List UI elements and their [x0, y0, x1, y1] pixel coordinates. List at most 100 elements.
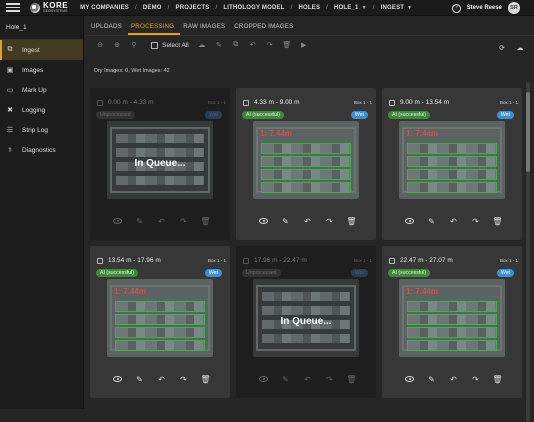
edit-icon[interactable]: ✎: [280, 374, 291, 384]
menu-icon[interactable]: [6, 3, 20, 12]
delete-icon[interactable]: 🗑: [200, 216, 211, 226]
card-checkbox[interactable]: [243, 257, 249, 264]
core-box-image[interactable]: 1: 7.44m: [107, 279, 213, 357]
top-bar: KORE GEOSYSTEMS MY COMPANIES / DEMO / PR…: [0, 0, 534, 16]
undo-icon[interactable]: ↶: [156, 374, 167, 384]
delete-icon[interactable]: 🗑: [492, 216, 503, 226]
breadcrumb-separator: /: [215, 4, 218, 11]
breadcrumb: MY COMPANIES / DEMO / PROJECTS / LITHOLO…: [80, 5, 412, 11]
edit-icon[interactable]: ✎: [134, 374, 145, 384]
user-name[interactable]: Steve Reese: [467, 5, 502, 11]
image-card[interactable]: 17.96 m - 22.47 m Box 1 - 1 Unprocessed …: [236, 246, 376, 398]
image-card[interactable]: 0.00 m - 4.33 m Box 1 - 1 Unprocessed We…: [90, 88, 230, 240]
view-icon[interactable]: [112, 216, 123, 226]
image-summary: Dry Images: 0, Wet Images: 42: [94, 68, 170, 74]
breadcrumb-holes[interactable]: HOLES: [298, 5, 320, 11]
redo-icon[interactable]: ↷: [324, 216, 335, 226]
view-icon[interactable]: [258, 216, 269, 226]
core-box-image[interactable]: 1: 7.44m: [253, 121, 359, 199]
breadcrumb-separator: /: [134, 4, 137, 11]
card-checkbox[interactable]: [97, 99, 103, 106]
delete-icon[interactable]: 🗑: [492, 374, 503, 384]
refresh-icon[interactable]: ⟳: [498, 44, 506, 52]
card-depth-range: 0.00 m - 4.33 m: [108, 99, 154, 106]
tab-processing[interactable]: PROCESSING: [127, 23, 181, 35]
card-depth-range: 9.00 m - 13.54 m: [400, 99, 450, 106]
chevron-down-icon[interactable]: ▼: [362, 5, 367, 11]
status-badge: AI (successful): [96, 269, 139, 277]
card-checkbox[interactable]: [97, 257, 103, 264]
sidebar-item-ingest[interactable]: ⧉ Ingest: [0, 40, 83, 60]
breadcrumb-ingest[interactable]: INGEST: [381, 5, 405, 11]
scrollbar[interactable]: [526, 82, 530, 422]
card-checkbox[interactable]: [389, 257, 395, 264]
edit-icon[interactable]: ✎: [134, 216, 145, 226]
edit-icon[interactable]: ✎: [426, 374, 437, 384]
edit-icon[interactable]: ✎: [280, 216, 291, 226]
image-card[interactable]: 4.33 m - 9.00 m Box 1 - 1 AI (successful…: [236, 88, 376, 240]
chevron-down-icon[interactable]: ▼: [407, 5, 412, 11]
sidebar-item-strip-log[interactable]: ☰ Strip Log: [0, 120, 83, 140]
undo-icon[interactable]: ↶: [249, 41, 257, 49]
undo-icon[interactable]: ↶: [302, 216, 313, 226]
breadcrumb-lithology-model[interactable]: LITHOLOGY MODEL: [223, 5, 284, 11]
markup-icon: ▭: [6, 87, 14, 94]
cloud-upload-icon[interactable]: ☁: [516, 44, 524, 52]
delete-icon[interactable]: 🗑: [200, 374, 211, 384]
redo-icon[interactable]: ↷: [470, 216, 481, 226]
undo-icon[interactable]: ↶: [156, 216, 167, 226]
image-card[interactable]: 22.47 m - 27.07 m Box 1 - 1 AI (successf…: [382, 246, 522, 398]
sidebar-item-images[interactable]: ▣ Images: [0, 60, 83, 80]
view-icon[interactable]: [258, 374, 269, 384]
undo-icon[interactable]: ↶: [302, 374, 313, 384]
redo-icon[interactable]: ↷: [178, 374, 189, 384]
card-checkbox[interactable]: [243, 99, 249, 106]
card-checkbox[interactable]: [389, 99, 395, 106]
box-annotation: 1: 7.44m: [406, 287, 439, 296]
zoom-out-icon[interactable]: ⊖: [96, 41, 104, 49]
help-icon[interactable]: ?: [451, 3, 461, 13]
breadcrumb-hole[interactable]: HOLE_1: [334, 5, 359, 11]
filter-icon[interactable]: ⚲: [130, 41, 138, 49]
queue-status: In Queue...: [134, 158, 186, 169]
delete-icon[interactable]: 🗑: [282, 41, 291, 49]
main-content: UPLOADS PROCESSING RAW IMAGES CROPPED IM…: [84, 16, 534, 422]
tab-cropped-images[interactable]: CROPPED IMAGES: [231, 23, 299, 35]
view-icon[interactable]: [404, 374, 415, 384]
core-box-image[interactable]: 1: 7.44m: [399, 121, 505, 199]
breadcrumb-my-companies[interactable]: MY COMPANIES: [80, 5, 129, 11]
view-icon[interactable]: [404, 216, 415, 226]
avatar[interactable]: SR: [508, 2, 520, 14]
sidebar-item-logging[interactable]: ✖ Logging: [0, 100, 83, 120]
sidebar-item-diagnostics[interactable]: ⚕ Diagnostics: [0, 140, 83, 160]
breadcrumb-separator: /: [167, 4, 170, 11]
status-badge: AI (successful): [242, 111, 285, 119]
zoom-in-icon[interactable]: ⊕: [113, 41, 121, 49]
sidebar-item-mark-up[interactable]: ▭ Mark Up: [0, 80, 83, 100]
tab-raw-images[interactable]: RAW IMAGES: [180, 23, 231, 35]
breadcrumb-projects[interactable]: PROJECTS: [176, 5, 210, 11]
redo-icon[interactable]: ↷: [470, 374, 481, 384]
redo-icon[interactable]: ↷: [324, 374, 335, 384]
video-icon[interactable]: ▶: [300, 41, 308, 49]
redo-icon[interactable]: ↷: [178, 216, 189, 226]
redo-icon[interactable]: ↷: [266, 41, 274, 49]
breadcrumb-demo[interactable]: DEMO: [143, 5, 162, 11]
sidebar-item-label: Strip Log: [22, 126, 49, 134]
image-card[interactable]: 9.00 m - 13.54 m Box 1 - 1 AI (successfu…: [382, 88, 522, 240]
image-card[interactable]: 13.54 m - 17.96 m Box 1 - 1 AI (successf…: [90, 246, 230, 398]
cloud-off-icon[interactable]: ☁: [198, 41, 206, 49]
crop-icon[interactable]: ⧉: [232, 41, 240, 49]
edit-icon[interactable]: ✎: [215, 41, 223, 49]
undo-icon[interactable]: ↶: [448, 216, 459, 226]
view-icon[interactable]: [112, 374, 123, 384]
delete-icon[interactable]: 🗑: [346, 374, 357, 384]
select-all-checkbox[interactable]: Select All: [151, 41, 189, 49]
edit-icon[interactable]: ✎: [426, 216, 437, 226]
undo-icon[interactable]: ↶: [448, 374, 459, 384]
tab-uploads[interactable]: UPLOADS: [88, 23, 128, 35]
scrollbar-thumb[interactable]: [526, 92, 530, 172]
core-box-image[interactable]: 1: 7.44m: [399, 279, 505, 357]
logo[interactable]: KORE GEOSYSTEMS: [30, 1, 68, 14]
delete-icon[interactable]: 🗑: [346, 216, 357, 226]
